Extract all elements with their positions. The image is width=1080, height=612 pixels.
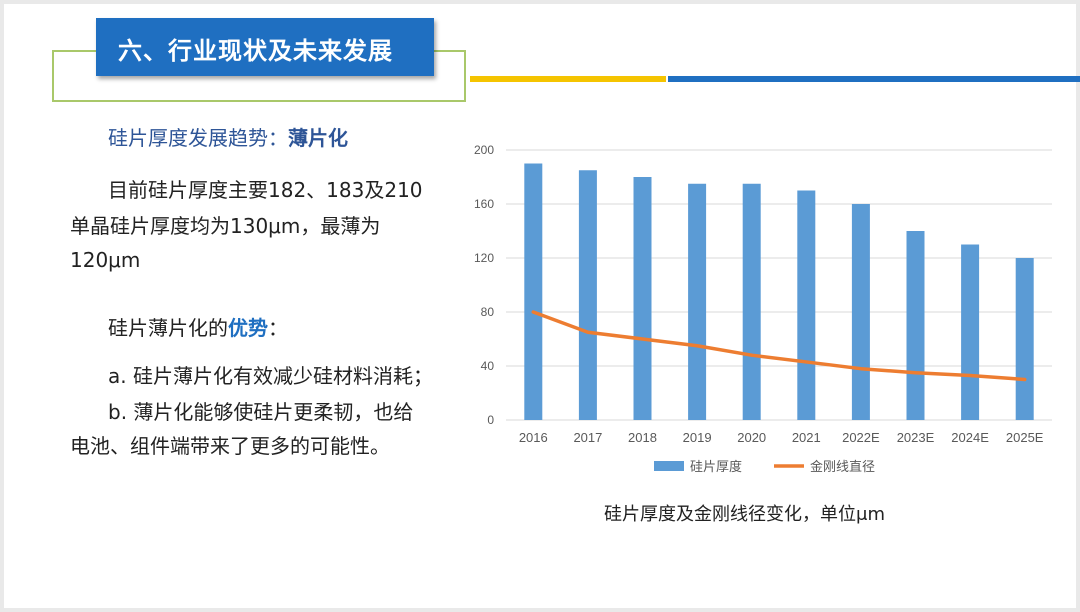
accent-bar-blue [668, 76, 1080, 82]
line-point [859, 367, 863, 371]
bar [797, 190, 816, 420]
bar [742, 183, 761, 420]
x-tick-label: 2023E [897, 430, 935, 445]
title-banner: 六、行业现状及未来发展 [96, 18, 434, 76]
bar [906, 231, 925, 420]
x-tick-label: 2017 [573, 430, 602, 445]
x-tick-label: 2019 [683, 430, 712, 445]
x-tick-label: 2016 [519, 430, 548, 445]
x-tick-label: 2018 [628, 430, 657, 445]
x-tick-label: 2022E [842, 430, 880, 445]
x-tick-label: 2020 [737, 430, 766, 445]
line-point [586, 330, 590, 334]
para1-line1: 目前硅片厚度主要182、183及210 [108, 178, 423, 202]
bar [524, 163, 543, 420]
thickness-chart: 0 40 80 120 160 200 2016 2017 2018 2019 2020 2021 20… [474, 143, 1052, 475]
adv-highlight: 优势 [228, 316, 268, 340]
item-b-line1: b. 薄片化能够使硅片更柔韧，也给 [108, 400, 414, 424]
bar [961, 244, 980, 420]
y-tick-label: 0 [487, 413, 494, 427]
x-tick-label: 2021 [792, 430, 821, 445]
chart-caption: 硅片厚度及金刚线径变化，单位μm [604, 504, 885, 525]
line-point [695, 344, 699, 348]
line-point [804, 360, 808, 364]
line-point [531, 310, 535, 314]
legend-swatch-bar [654, 461, 684, 471]
line-point [750, 353, 754, 357]
y-tick-label: 80 [481, 305, 495, 319]
y-tick-label: 160 [474, 197, 494, 211]
bar [578, 170, 597, 420]
y-tick-label: 120 [474, 251, 494, 265]
advantage-heading: 硅片薄片化的优势： [108, 310, 288, 346]
trend-prefix: 硅片厚度发展趋势： [108, 126, 288, 150]
line-point [1023, 378, 1027, 381]
line-point [914, 371, 917, 375]
para1-line3: 120μm [70, 248, 141, 272]
trend-heading: 硅片厚度发展趋势：薄片化 [108, 120, 348, 156]
legend-label-bar: 硅片厚度 [690, 459, 742, 475]
x-tick-label: 2024E [951, 430, 989, 445]
item-b-line2: 电池、组件端带来了更多的可能性。 [70, 434, 390, 458]
line-point [641, 337, 644, 341]
bar [851, 204, 870, 420]
bar [1015, 258, 1034, 420]
y-tick-label: 40 [481, 359, 495, 373]
adv-prefix: 硅片薄片化的 [108, 316, 228, 340]
line-series-path [531, 310, 1027, 382]
legend-label-line: 金刚线直径 [810, 459, 875, 475]
adv-suffix: ： [268, 316, 288, 340]
item-a: a. 硅片薄片化有效减少硅材料消耗； [108, 364, 433, 388]
bar [688, 183, 707, 420]
accent-bar-yellow [470, 76, 666, 82]
line-point [968, 373, 972, 377]
para1-line2: 单晶硅片厚度均为130μm，最薄为 [70, 214, 381, 238]
page-title: 六、行业现状及未来发展 [118, 37, 393, 65]
x-tick-label: 2025E [1006, 430, 1044, 445]
y-tick-label: 200 [474, 143, 494, 157]
bar [633, 177, 652, 420]
trend-highlight: 薄片化 [288, 126, 348, 150]
